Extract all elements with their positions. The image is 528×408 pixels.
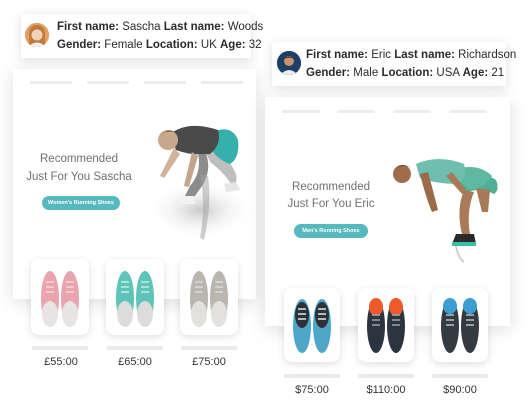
recommended-subheading: Just For You Eric (287, 198, 375, 210)
last-name-value: Richardson (458, 49, 517, 61)
product-price: £65:00 (118, 356, 152, 368)
last-name-value: Woods (227, 21, 264, 33)
location-value: USA (436, 67, 460, 79)
first-name-value: Sascha (122, 21, 161, 33)
running-shoe-image (441, 298, 479, 353)
price-bar-placeholder (107, 346, 163, 350)
product-tile[interactable] (31, 259, 89, 335)
nav-placeholder (201, 81, 243, 84)
product-tile[interactable] (284, 288, 340, 362)
location-value: UK (200, 39, 217, 51)
product-price: $75:00 (295, 384, 329, 396)
age-label: Age: (462, 67, 489, 79)
product-price: £75:00 (192, 356, 226, 368)
product-tile[interactable] (180, 259, 238, 335)
gender-value: Male (353, 67, 379, 79)
nav-placeholder (393, 110, 431, 113)
nav-placeholder (282, 110, 320, 113)
age-value: 21 (491, 67, 505, 79)
product-tile[interactable] (432, 288, 488, 362)
last-name-label: Last name: (394, 49, 455, 61)
price-bar-placeholder (181, 346, 237, 350)
price-bar-placeholder (432, 374, 488, 378)
recommended-heading: Recommended (292, 181, 370, 193)
product-price: $90:00 (443, 384, 477, 396)
customer-profile-eric: First name: Eric Last name: Richardson G… (272, 42, 516, 86)
avatar (277, 51, 301, 75)
location-label: Location: (145, 39, 198, 51)
first-name-value: Eric (371, 49, 392, 61)
first-name-label: First name: (57, 21, 119, 33)
female-runner-image (145, 125, 255, 240)
price-bar-placeholder (284, 374, 340, 378)
nav-placeholder (87, 81, 129, 84)
recommended-heading: Recommended (40, 153, 118, 165)
gender-label: Gender: (57, 39, 102, 51)
price-bar-placeholder (32, 346, 88, 350)
product-tile[interactable] (358, 288, 414, 362)
price-bar-placeholder (358, 374, 414, 378)
running-shoe-image (293, 299, 331, 353)
mens-running-shoes-button[interactable]: Men's Running Shoes (294, 224, 368, 238)
age-value: 32 (248, 39, 262, 51)
nav-placeholder (449, 110, 487, 113)
product-price: £55:00 (44, 356, 78, 368)
product-price: $110:00 (366, 384, 406, 396)
womens-running-shoes-button[interactable]: Women's Running Shoes (42, 196, 120, 210)
nav-placeholder (144, 81, 186, 84)
location-label: Location: (381, 67, 434, 79)
avatar (25, 23, 49, 47)
gender-value: Female (104, 39, 143, 51)
running-shoe-image (190, 271, 228, 327)
first-name-label: First name: (306, 49, 368, 61)
nav-placeholder (30, 81, 72, 84)
running-shoe-image (367, 298, 405, 353)
gender-label: Gender: (306, 67, 351, 79)
male-runner-image (393, 159, 498, 263)
product-tile[interactable] (106, 259, 164, 335)
running-shoe-image (116, 271, 154, 327)
last-name-label: Last name: (163, 21, 225, 33)
customer-profile-sascha: First name: Sascha Last name: Woods Gend… (21, 14, 263, 58)
running-shoe-image (41, 271, 79, 327)
recommended-subheading: Just For You Sascha (26, 171, 132, 183)
nav-placeholder (337, 110, 375, 113)
age-label: Age: (220, 39, 246, 51)
